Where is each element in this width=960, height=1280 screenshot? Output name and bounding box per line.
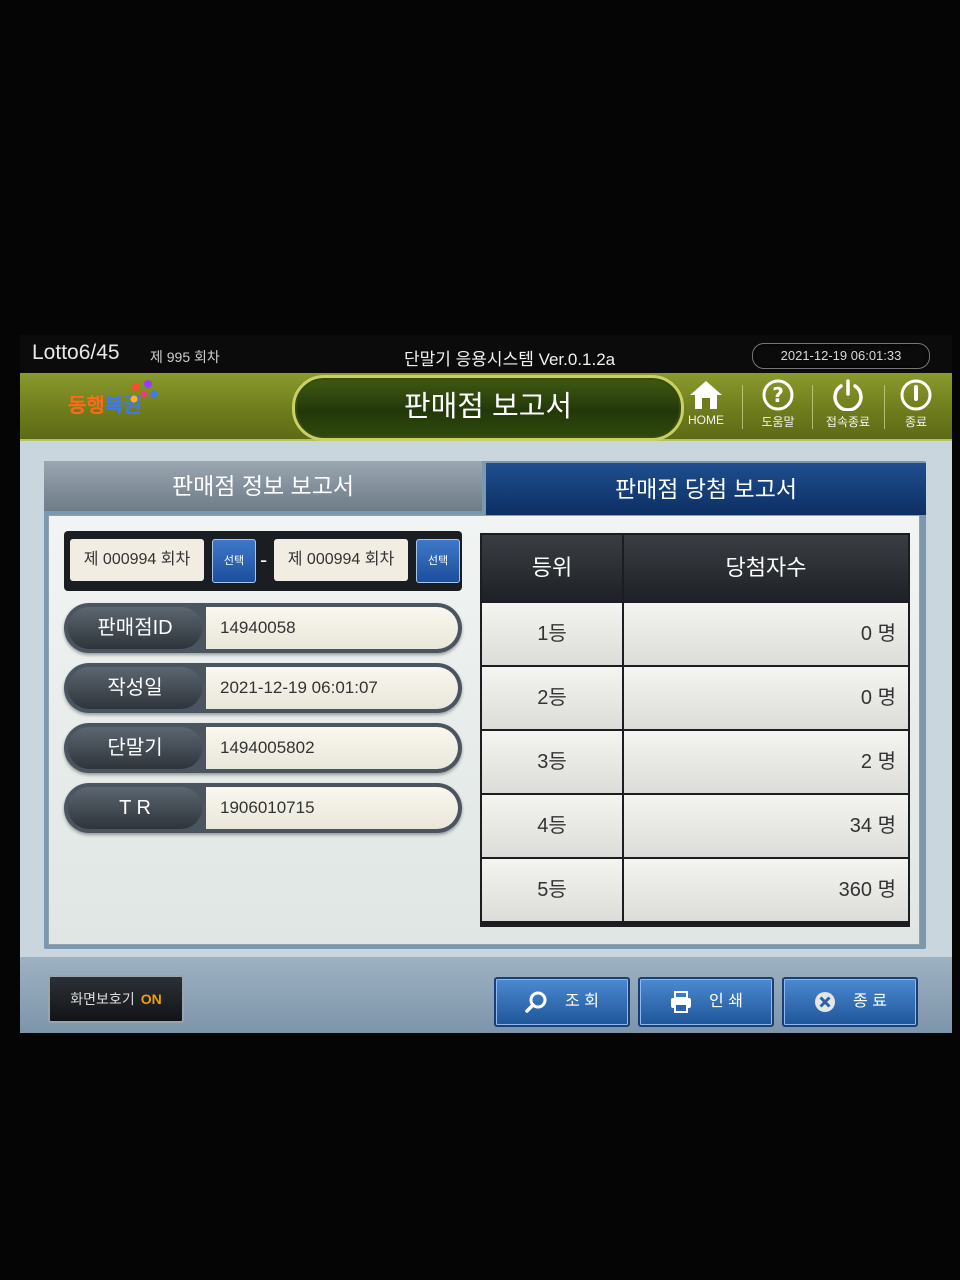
home-label: HOME [688, 413, 724, 427]
home-icon [690, 381, 722, 409]
table-cell-count: 34 명 [624, 795, 908, 857]
screensaver-label: 화면보호기 [70, 991, 135, 1007]
help-button[interactable]: ? 도움말 [748, 379, 808, 433]
round-to-field[interactable]: 제 000994 회차 [274, 539, 408, 581]
table-header-winners: 당첨자수 [624, 535, 908, 601]
disconnect-button[interactable]: 접속종료 [818, 379, 878, 433]
current-round: 제 995 회차 [150, 349, 220, 365]
table-cell-rank: 2등 [482, 667, 622, 729]
help-icon: ? [762, 379, 794, 411]
divider [742, 385, 743, 429]
search-label: 조 회 [565, 993, 599, 1010]
table-header-rank: 등위 [482, 535, 622, 601]
winners-table: 등위 당첨자수 1등 0 명 2등 0 명 3등 2 명 4등 34 명 5등 … [480, 533, 910, 927]
table-cell-count: 2 명 [624, 731, 908, 793]
tr-label: T R [68, 787, 202, 829]
close-label: 종 료 [853, 993, 887, 1010]
divider [884, 385, 885, 429]
exit-icon [900, 379, 932, 411]
printer-icon [671, 990, 692, 1013]
header-bar: 동행복권 판매점 보고서 HOME ? 도움말 접속종료 종료 [20, 373, 952, 441]
screensaver-state: ON [140, 991, 162, 1007]
terminal-screen: Lotto6/45 제 995 회차 단말기 응용시스템 Ver.0.1.2a … [20, 335, 952, 1033]
created-date-row: 작성일 2021-12-19 06:01:07 [64, 663, 462, 713]
created-date-value: 2021-12-19 06:01:07 [206, 667, 458, 709]
round-to-select-button[interactable]: 선택 [416, 539, 460, 583]
logo-burst-icon [130, 380, 158, 403]
logo-text-1: 동행 [68, 395, 105, 417]
tab-store-info-report[interactable]: 판매점 정보 보고서 [44, 461, 482, 511]
tab-store-win-report[interactable]: 판매점 당첨 보고서 [486, 463, 926, 515]
app-title: 단말기 응용시스템 Ver.0.1.2a [404, 350, 616, 369]
table-cell-count: 360 명 [624, 859, 908, 921]
disconnect-label: 접속종료 [825, 415, 871, 429]
search-icon [525, 991, 547, 1013]
print-button[interactable]: 인 쇄 [638, 977, 774, 1027]
datetime-display: 2021-12-19 06:01:33 [752, 343, 930, 369]
table-cell-rank: 1등 [482, 603, 622, 665]
table-cell-count: 0 명 [624, 667, 908, 729]
tr-row: T R 1906010715 [64, 783, 462, 833]
close-icon [815, 991, 836, 1012]
terminal-row: 단말기 1494005802 [64, 723, 462, 773]
round-selector: 제 000994 회차 선택 - 제 000994 회차 선택 [64, 531, 462, 591]
terminal-label: 단말기 [68, 727, 202, 769]
store-id-value: 14940058 [206, 607, 458, 649]
print-label: 인 쇄 [709, 993, 743, 1010]
help-label: 도움말 [761, 415, 795, 429]
screensaver-toggle[interactable]: 화면보호기 ON [48, 975, 184, 1023]
home-button[interactable]: HOME [676, 379, 736, 433]
round-from-select-button[interactable]: 선택 [212, 539, 256, 583]
terminal-value: 1494005802 [206, 727, 458, 769]
round-from-field[interactable]: 제 000994 회차 [70, 539, 204, 581]
lotto-name: Lotto6/45 [32, 341, 120, 364]
tr-value: 1906010715 [206, 787, 458, 829]
close-button[interactable]: 종 료 [782, 977, 918, 1027]
power-icon [833, 379, 863, 411]
svg-text:?: ? [772, 383, 784, 407]
page-title: 판매점 보고서 [292, 375, 684, 441]
bottom-toolbar: 화면보호기 ON 조 회 인 쇄 종 료 [20, 957, 952, 1033]
table-cell-rank: 5등 [482, 859, 622, 921]
status-bar: Lotto6/45 제 995 회차 단말기 응용시스템 Ver.0.1.2a … [20, 335, 952, 373]
range-separator: - [260, 548, 268, 572]
search-button[interactable]: 조 회 [494, 977, 630, 1027]
divider [812, 385, 813, 429]
created-date-label: 작성일 [68, 667, 202, 709]
table-cell-count: 0 명 [624, 603, 908, 665]
exit-label: 종료 [904, 415, 928, 429]
table-cell-rank: 3등 [482, 731, 622, 793]
exit-button[interactable]: 종료 [886, 379, 946, 433]
table-cell-rank: 4등 [482, 795, 622, 857]
store-id-row: 판매점ID 14940058 [64, 603, 462, 653]
store-id-label: 판매점ID [68, 607, 202, 649]
